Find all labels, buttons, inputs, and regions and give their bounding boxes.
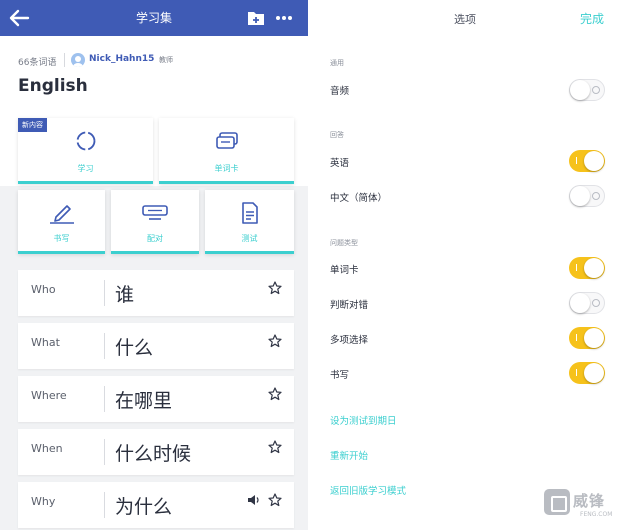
mode-label: 学习 [77,164,94,173]
flashcards-icon [215,132,238,149]
done-button[interactable]: 完成 [580,10,604,27]
avatar[interactable] [71,53,85,67]
restart-link[interactable]: 重新开始 [330,448,368,462]
match-icon [142,205,168,220]
term-divider [104,492,105,518]
term-card[interactable]: When 什么时候 [18,429,294,475]
term-card[interactable]: Who 谁 [18,270,294,316]
learn-cycle-icon [76,131,95,151]
term-english: What [31,336,60,349]
term-divider [104,386,105,412]
term-card[interactable]: Why 为什么 [18,482,294,528]
more-options-icon[interactable] [276,16,292,22]
mode-underline [18,251,105,254]
meta-divider [64,53,65,67]
toggle-english[interactable] [569,150,605,172]
term-english: Why [31,495,56,508]
section-general: 通用 [330,59,344,67]
section-question-types: 问题类型 [330,239,358,247]
watermark-cn: 威锋 [573,492,606,510]
toggle-chinese[interactable] [569,185,605,207]
app-header: 学习集 [0,0,308,36]
term-english: When [31,442,63,455]
term-chinese: 谁 [115,284,135,306]
mode-test-button[interactable]: 测试 [205,190,294,254]
option-english-label: 英语 [330,158,350,169]
mode-label: 单词卡 [214,164,239,173]
write-pen-icon [49,205,74,224]
test-document-icon [241,202,258,224]
star-icon[interactable] [268,334,282,348]
creator-role: 教师 [159,56,173,64]
option-flashcards-label: 单词卡 [330,265,359,276]
term-chinese: 什么时候 [115,443,192,465]
star-icon[interactable] [268,387,282,401]
mode-learn-button[interactable]: 新内容 学习 [18,118,153,184]
option-true-false-label: 判断对错 [330,300,369,311]
star-icon[interactable] [268,493,282,507]
watermark: 威锋 FENG.COM [536,487,620,527]
set-title: English [18,76,88,96]
star-icon[interactable] [268,281,282,295]
mode-underline [18,181,153,184]
toggle-true-false[interactable] [569,292,605,314]
mode-label: 测试 [241,234,258,243]
mode-write-button[interactable]: 书写 [18,190,105,254]
mode-label: 配对 [147,234,163,243]
add-to-folder-icon[interactable] [247,10,265,26]
option-multiple-choice-label: 多项选择 [330,335,369,346]
mode-flashcards-button[interactable]: 单词卡 [159,118,294,184]
options-title: 选项 [454,13,476,26]
option-chinese-label: 中文（简体） [330,193,388,204]
toggle-audio[interactable] [569,79,605,101]
term-chinese: 在哪里 [115,390,173,412]
watermark-logo-icon [544,489,570,515]
mode-underline [111,251,199,254]
option-audio-label: 音频 [330,86,350,97]
term-divider [104,439,105,465]
mode-underline [159,181,294,184]
old-learn-mode-link[interactable]: 返回旧版学习模式 [330,483,406,497]
term-divider [104,333,105,359]
toggle-flashcards[interactable] [569,257,605,279]
term-chinese: 什么 [115,337,154,359]
creator-username[interactable]: Nick_Hahn15 [89,54,154,64]
term-count: 66条词语 [18,58,57,68]
term-chinese: 为什么 [115,496,173,518]
option-written-label: 书写 [330,370,350,381]
speaker-icon[interactable] [247,494,260,506]
star-icon[interactable] [268,440,282,454]
watermark-en: FENG.COM [580,511,613,518]
section-answer: 回答 [330,131,344,139]
new-content-badge: 新内容 [18,118,47,132]
study-set-screen: 学习集 66条词语 Nick_Hahn15 教师 English 新内容 学习 [0,0,308,530]
mode-label: 书写 [53,234,70,243]
term-english: Where [31,389,67,402]
options-screen: 选项 完成 通用 音频 回答 英语 中文（简体） 问题类型 单词卡 判断对错 多… [310,0,620,530]
mode-match-button[interactable]: 配对 [111,190,199,254]
toggle-multiple-choice[interactable] [569,327,605,349]
term-card[interactable]: Where 在哪里 [18,376,294,422]
set-due-date-link[interactable]: 设为测试到期日 [330,413,397,427]
term-card[interactable]: What 什么 [18,323,294,369]
term-divider [104,280,105,306]
toggle-written[interactable] [569,362,605,384]
term-english: Who [31,283,56,296]
mode-underline [205,251,294,254]
